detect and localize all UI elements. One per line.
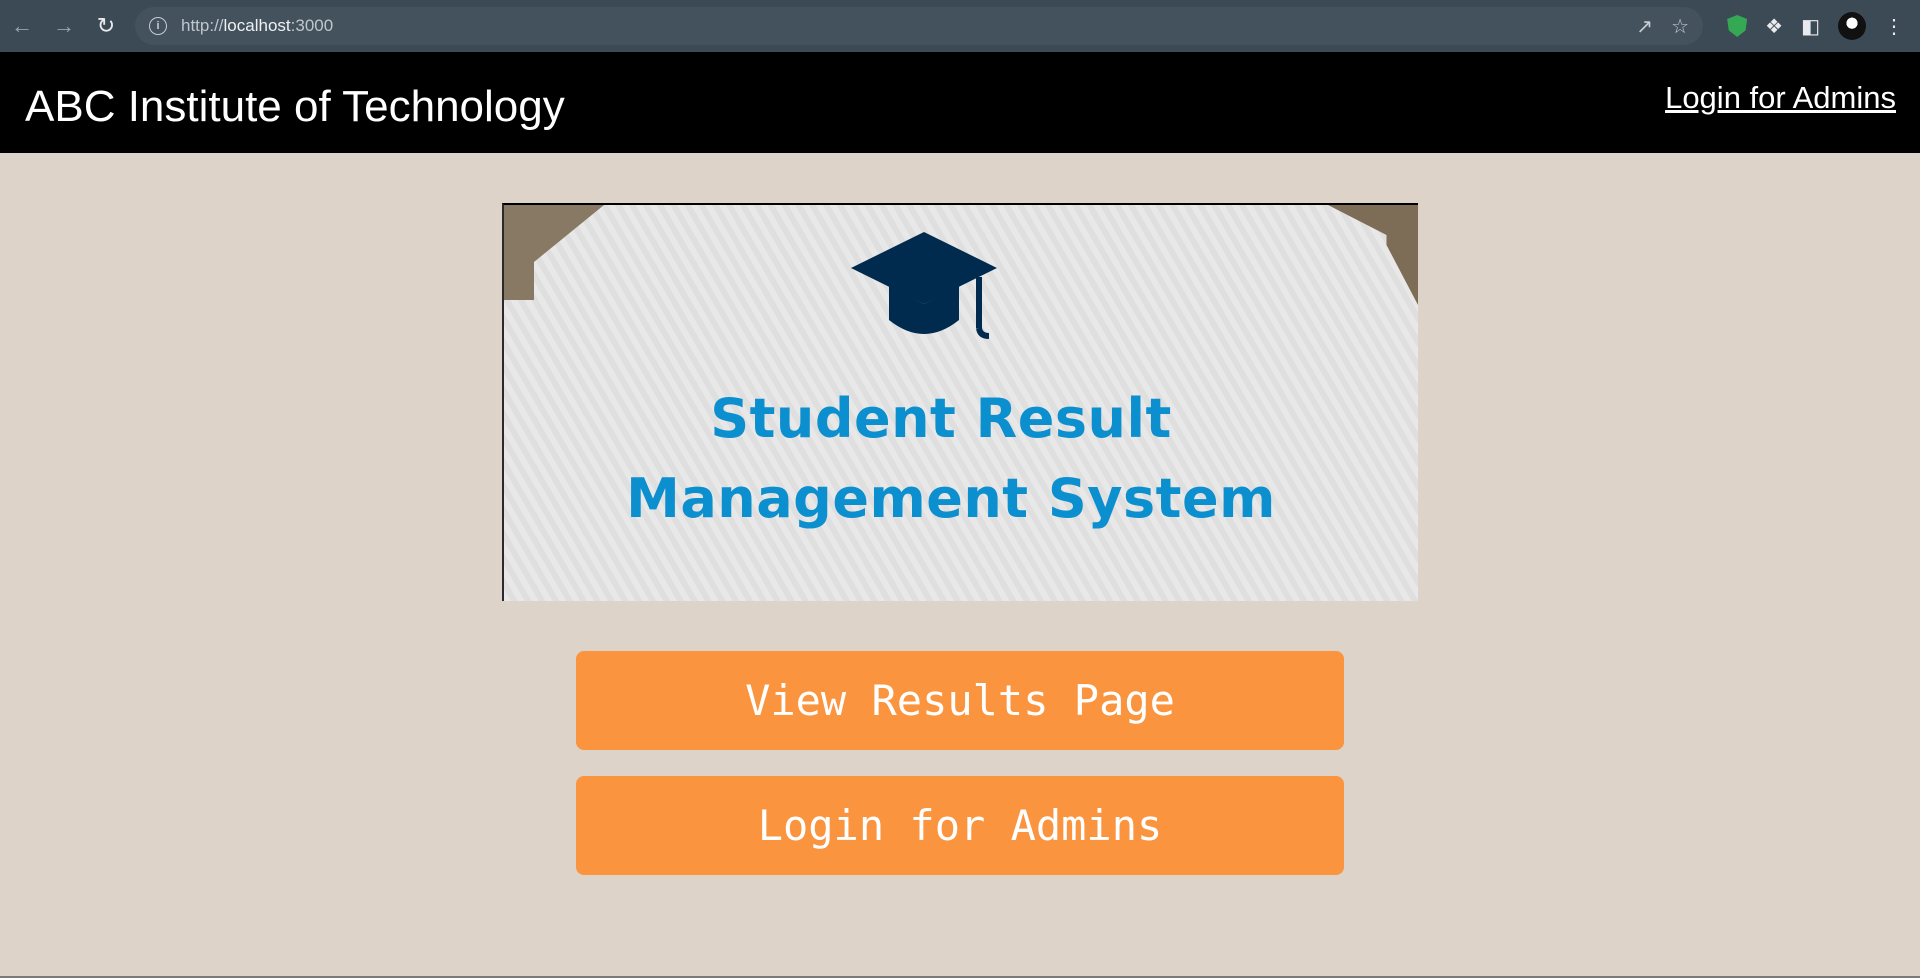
- back-icon[interactable]: ←: [2, 6, 42, 46]
- bookmark-star-icon[interactable]: ☆: [1671, 14, 1689, 39]
- reload-icon[interactable]: ↻: [86, 6, 126, 46]
- menu-kebab-icon[interactable]: ⋮: [1884, 14, 1904, 39]
- banner-heading-line1: Student Result: [710, 387, 1172, 450]
- forward-icon[interactable]: →: [44, 6, 84, 46]
- graduation-cap-icon: [851, 232, 997, 339]
- url-host: localhost: [223, 16, 291, 35]
- banner-corner-decoration: [1328, 205, 1418, 305]
- site-info-icon[interactable]: i: [149, 17, 167, 35]
- url-port: :3000: [290, 16, 334, 35]
- site-title: ABC Institute of Technology: [25, 82, 565, 131]
- shield-extension-icon[interactable]: [1727, 15, 1748, 37]
- banner-corner-decoration: [504, 205, 604, 300]
- side-panel-icon[interactable]: ◧: [1801, 14, 1820, 39]
- profile-avatar[interactable]: [1838, 12, 1866, 40]
- header-login-admins-link[interactable]: Login for Admins: [1665, 80, 1896, 116]
- url-text[interactable]: http://localhost:3000: [181, 16, 333, 36]
- app-header: ABC Institute of Technology Login for Ad…: [0, 52, 1920, 153]
- url-scheme: http://: [181, 16, 224, 35]
- extensions-puzzle-icon[interactable]: ❖: [1765, 14, 1783, 39]
- browser-toolbar: ← → ↻ i http://localhost:3000 ↗ ☆ ❖ ◧ ⋮: [0, 0, 1920, 52]
- view-results-button[interactable]: View Results Page: [576, 651, 1344, 750]
- address-bar[interactable]: i http://localhost:3000 ↗ ☆: [135, 7, 1703, 45]
- banner-image: Student Result Management System: [502, 203, 1418, 601]
- login-admins-button[interactable]: Login for Admins: [576, 776, 1344, 875]
- share-icon[interactable]: ↗: [1636, 14, 1653, 39]
- banner-heading-line2: Management System: [626, 467, 1276, 530]
